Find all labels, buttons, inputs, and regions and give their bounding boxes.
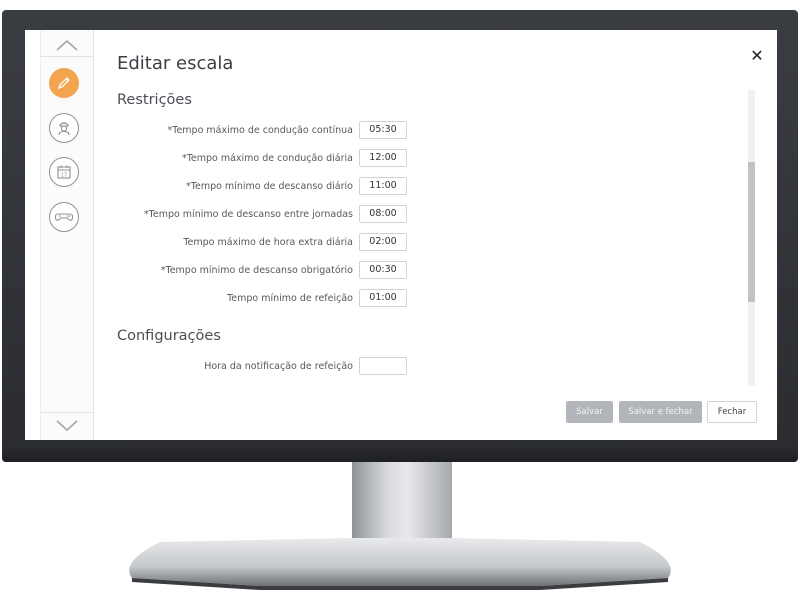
scroll-up-button[interactable] bbox=[41, 34, 93, 57]
monitor-chin bbox=[2, 446, 798, 462]
field-label: *Tempo mínimo de descanso entre jornadas bbox=[143, 209, 353, 220]
sidebar-item-edit[interactable] bbox=[49, 68, 79, 98]
time-input[interactable]: 12:00 bbox=[359, 149, 407, 167]
pencil-icon bbox=[57, 77, 70, 90]
time-input[interactable]: 02:00 bbox=[359, 233, 407, 251]
field-label: *Tempo máximo de condução diária bbox=[181, 153, 353, 164]
gamepad-icon bbox=[54, 213, 74, 221]
close-icon[interactable]: ✕ bbox=[747, 46, 767, 66]
screen: 17 Editar escala ✕ Restrições *Tempo máx… bbox=[25, 30, 777, 440]
time-input[interactable] bbox=[359, 357, 407, 375]
sidebar-item-driver[interactable] bbox=[49, 113, 79, 143]
field-label: *Tempo mínimo de descanso diário bbox=[186, 181, 353, 192]
time-input[interactable]: 08:00 bbox=[359, 205, 407, 223]
sidebar-item-calendar[interactable]: 17 bbox=[49, 157, 79, 187]
time-input[interactable]: 00:30 bbox=[359, 261, 407, 279]
field-label: Tempo mínimo de refeição bbox=[227, 293, 353, 304]
calendar-icon: 17 bbox=[57, 165, 71, 179]
field-label: Hora da notificação de refeição bbox=[204, 361, 353, 372]
section-heading-configuracoes: Configurações bbox=[117, 328, 221, 344]
chevron-up-icon bbox=[56, 39, 78, 51]
field-label: Tempo máximo de hora extra diária bbox=[183, 237, 353, 248]
field-label: *Tempo mínimo de descanso obrigatório bbox=[160, 265, 353, 276]
driver-icon bbox=[58, 122, 70, 136]
scroll-down-button[interactable] bbox=[41, 412, 93, 439]
sidebar: 17 bbox=[40, 30, 94, 440]
scrollbar-thumb[interactable] bbox=[748, 162, 755, 302]
calendar-number: 17 bbox=[61, 172, 67, 178]
field-label: *Tempo máximo de condução contínua bbox=[167, 125, 354, 136]
chevron-down-icon bbox=[56, 420, 78, 432]
section-heading-restricoes: Restrições bbox=[117, 92, 192, 108]
close-button[interactable]: Fechar bbox=[707, 401, 757, 423]
time-input[interactable]: 05:30 bbox=[359, 121, 407, 139]
time-input[interactable]: 01:00 bbox=[359, 289, 407, 307]
save-and-close-button[interactable]: Salvar e fechar bbox=[619, 401, 702, 423]
dialog-title: Editar escala bbox=[117, 53, 234, 74]
monitor-stand-base bbox=[129, 538, 671, 590]
save-button[interactable]: Salvar bbox=[566, 401, 613, 423]
sidebar-item-gamepad[interactable] bbox=[49, 202, 79, 232]
time-input[interactable]: 11:00 bbox=[359, 177, 407, 195]
